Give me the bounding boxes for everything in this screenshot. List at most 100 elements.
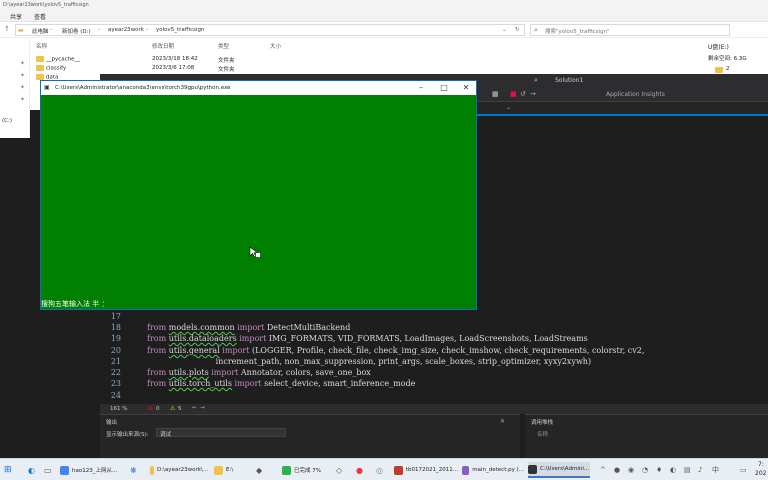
warning-icon: ⚠ — [170, 405, 176, 412]
chevron-right-icon: › — [50, 27, 53, 33]
line-number: 20 — [110, 346, 121, 355]
keyword-import: import — [208, 368, 241, 377]
ribbon-tab-share[interactable]: 共享 — [10, 12, 22, 21]
restart-icon[interactable]: ↺ — [520, 90, 526, 98]
python-console-window[interactable]: ▣ C:\Users\Administrator\anaconda3\envs\… — [40, 80, 477, 310]
breadcrumb-ayear23work[interactable]: ayear23work — [108, 27, 144, 33]
document-icon — [394, 465, 403, 475]
callstack-column-name[interactable]: 名称 — [537, 430, 548, 438]
breadcrumb-this-pc[interactable]: 此电脑 — [32, 27, 49, 35]
toolbar-icon[interactable]: ▦ — [492, 90, 499, 98]
code-line-22: 22 from utils.plots import Annotator, col… — [100, 368, 768, 379]
step-icon[interactable]: → — [530, 90, 536, 98]
settings-icon[interactable]: ❋ — [130, 462, 137, 478]
tray-icon[interactable]: ◐ — [670, 462, 676, 478]
tray-icon[interactable]: ● — [614, 462, 620, 478]
app-icon[interactable]: ◆ — [256, 462, 262, 478]
up-arrow-icon[interactable]: ↑ — [3, 25, 11, 34]
warning-count[interactable]: 5 — [178, 406, 182, 412]
address-bar[interactable]: ▬ 此电脑 › 新加卷 (D:) › ayear23work › yolov5_… — [15, 24, 525, 36]
chevron-right-icon: › — [146, 27, 149, 33]
console-titlebar[interactable]: ▣ C:\Users\Administrator\anaconda3\envs\… — [41, 81, 476, 95]
stop-icon[interactable]: ■ — [510, 90, 517, 98]
error-count[interactable]: 0 — [156, 406, 160, 412]
module-name: utils.torch_utils — [168, 379, 232, 388]
taskbar-item-console[interactable]: C:\Users\Admini... — [528, 462, 590, 478]
app-icon[interactable]: ◎ — [376, 462, 383, 478]
breadcrumb-drive[interactable]: 新加卷 (D:) — [62, 27, 91, 35]
clock-date[interactable]: 202 — [755, 470, 766, 477]
folder-icon — [150, 465, 154, 475]
search-icon[interactable]: ⌕ — [534, 76, 538, 85]
taskbar-item-explorer[interactable]: D:\ayear23work\... — [150, 462, 208, 478]
line-number: 18 — [110, 323, 121, 332]
address-row: ↑ ▬ 此电脑 › 新加卷 (D:) › ayear23work › yolov… — [0, 22, 768, 38]
error-icon: ⊗ — [148, 405, 154, 412]
taskbar-label: tb0172021_2011... — [405, 467, 458, 473]
app-icon[interactable]: ● — [356, 462, 363, 478]
search-box[interactable]: ⌕ 搜索"yolov5_trafficsign" — [530, 24, 730, 36]
ribbon-tab-view[interactable]: 查看 — [34, 12, 46, 21]
folder-icon — [36, 56, 44, 62]
taskbar: ⊞ ◐ ▭ hao123_上网从... ❋ D:\ayear23work\...… — [0, 458, 768, 480]
output-source-select[interactable]: 调试 — [156, 428, 286, 438]
pin-icon: ✦ — [20, 72, 26, 79]
visual-studio-icon — [462, 465, 470, 475]
output-source-value: 调试 — [160, 432, 172, 438]
close-icon[interactable]: ✕ — [455, 82, 477, 94]
file-row[interactable]: __pycache__ 2023/3/18 18:42 文件夹 — [36, 56, 336, 64]
volume-icon[interactable]: ♪ — [698, 462, 702, 478]
keyword-from: from — [147, 379, 169, 388]
nav-back-icon[interactable]: ← — [192, 405, 197, 411]
drive-folder-name[interactable]: 2 — [726, 66, 730, 72]
taskbar-item-document[interactable]: tb0172021_2011... — [394, 462, 458, 478]
close-icon[interactable]: ✕ — [500, 418, 505, 425]
clock-time[interactable]: 7: — [758, 461, 764, 468]
sidebar-drive-c[interactable]: (C:) — [2, 118, 12, 124]
console-title: C:\Users\Administrator\anaconda3\envs\to… — [55, 85, 231, 91]
ime-status: 搜狗五笔输入法 半 ： — [41, 300, 109, 308]
file-date: 2023/3/18 18:42 — [152, 56, 198, 62]
taskbar-item-progress[interactable]: 已完成 7% — [282, 462, 330, 478]
line-number: 17 — [110, 312, 121, 321]
insights-label[interactable]: Application Insights — [606, 91, 665, 98]
module-name: utils.general — [168, 346, 220, 355]
chevron-down-icon[interactable]: ⌄ — [502, 27, 507, 33]
folder-icon: ▬ — [18, 27, 24, 34]
file-row[interactable]: classify 2023/3/6 17:08 文件夹 — [36, 65, 336, 73]
notification-icon[interactable]: ▭ — [740, 462, 747, 478]
app-icon[interactable]: ◇ — [336, 462, 342, 478]
column-name[interactable]: 名称 — [36, 42, 47, 50]
import-names: DetectMultiBackend — [266, 323, 351, 332]
column-date[interactable]: 修改日期 — [152, 42, 174, 50]
pin-icon: ✦ — [20, 84, 26, 91]
zoom-level[interactable]: 161 % — [110, 406, 127, 412]
minimize-icon[interactable]: – — [410, 82, 432, 94]
tray-icon[interactable]: ◉ — [628, 462, 634, 478]
taskbar-item-drive[interactable]: E:\ — [214, 462, 250, 478]
breadcrumb-yolov5[interactable]: yolov5_trafficsign — [156, 27, 205, 33]
language-icon[interactable]: 中 — [712, 462, 719, 478]
tray-icon[interactable]: ◔ — [642, 462, 648, 478]
task-view-icon[interactable]: ▭ — [44, 462, 52, 478]
refresh-icon[interactable]: ↻ — [515, 27, 520, 33]
drive-free-space: 剩余空间: 6.3G — [708, 56, 747, 62]
nav-forward-icon[interactable]: → — [200, 405, 205, 411]
chevron-up-icon[interactable]: ^ — [600, 462, 606, 478]
code-line-20: 20 from utils.general import (LOGGER, Pro… — [100, 346, 768, 357]
network-icon[interactable]: ▤ — [684, 462, 691, 478]
code-line-19: 19 from utils.dataloaders import IMG_FORM… — [100, 334, 768, 345]
taskbar-label: C:\Users\Admini... — [540, 466, 590, 472]
maximize-icon[interactable]: □ — [433, 82, 455, 94]
solution-name: Solution1 — [555, 77, 584, 84]
busy-cursor-icon — [249, 246, 261, 258]
keyword-from: from — [147, 323, 169, 332]
chevron-down-icon[interactable]: ⌄ — [506, 104, 511, 111]
column-size[interactable]: 大小 — [270, 42, 281, 50]
windows-start-icon[interactable]: ⊞ — [4, 462, 12, 478]
column-type[interactable]: 类型 — [218, 42, 229, 50]
tray-icon[interactable]: ♦ — [656, 462, 662, 478]
taskbar-item-browser[interactable]: hao123_上网从... — [60, 462, 124, 478]
taskbar-item-visual-studio[interactable]: main_detect.py (... — [462, 462, 524, 478]
edge-icon[interactable]: ◐ — [28, 462, 35, 478]
